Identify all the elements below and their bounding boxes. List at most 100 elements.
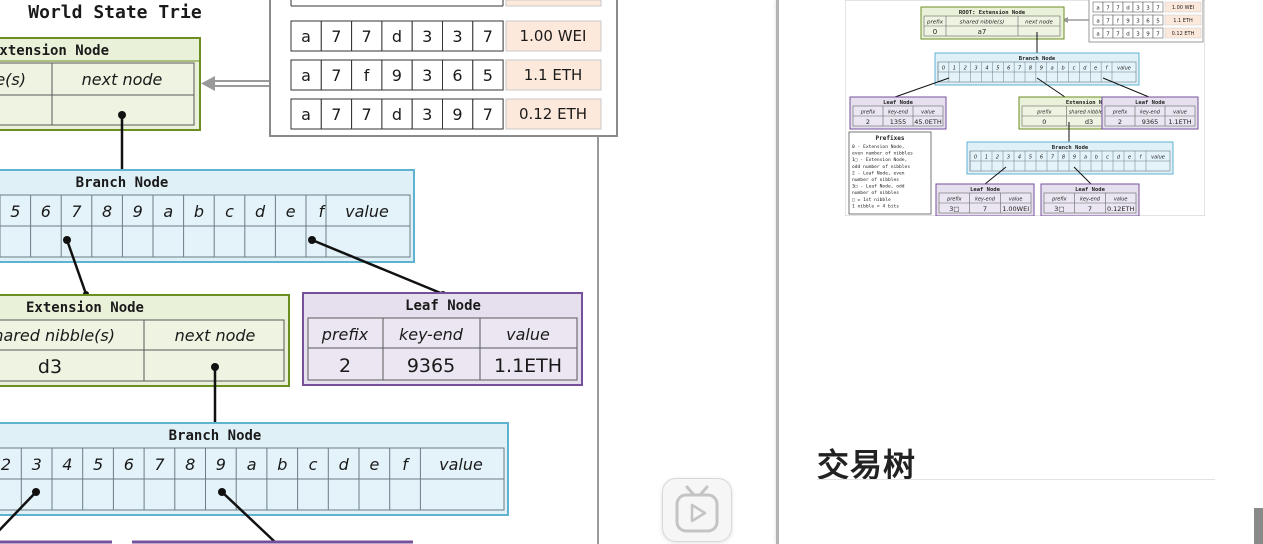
thumb-branch-cell-label: 1 [985,155,988,161]
branch-2-cell-label: c [309,455,318,474]
thumb-leaf-c-header: value [1009,197,1023,203]
branch-2-cell-label: e [369,455,379,474]
account-value: 1.00 WEI [520,27,587,45]
thumb-account-char: 7 [1106,6,1110,12]
branch-2-cell-label: 2 [1,455,11,474]
thumb-leaf-d-value: 0.12ETH [1107,205,1135,213]
top-extension-node: Extension Node nibble(s) next node [0,37,201,131]
thumb-root-title: ROOT: Extension Node [959,10,1026,16]
branch-node-1-title: Branch Node [76,175,169,191]
branch-node-2-title: Branch Node [169,428,262,444]
leaf-header-prefix: prefix [321,325,369,344]
thumb-prefix-line: number of nibbles [852,190,899,196]
thumb-leaf-d-value: 3□ [1054,205,1064,213]
thumb-ext-header: prefix [1036,110,1052,116]
branch-1-cell-label: b [194,202,204,221]
extension-node-2-col2: next node [175,326,256,345]
thumb-leaf-a-value: 2 [866,118,870,126]
thumb-account-char: 3 [1136,19,1140,25]
thumb-leaf-b-value: 9365 [1142,118,1159,126]
branch-2-cell-label: 5 [93,455,103,474]
branch-2-cell-label: 8 [185,455,195,474]
thumb-leaf-d-header: key-end [1080,197,1101,203]
world-state-trie-diagram: World State Trie Extension Node nibble(s… [0,0,618,544]
account-value: 1.1 ETH [524,66,583,84]
thumb-root-h2: next node [1025,20,1053,26]
thumb-prefixes-title: Prefixes [876,135,905,142]
thumb-branch-cell-label: 9 [1073,155,1076,161]
top-extension-col2: next node [82,70,163,89]
thumb-leaf-a-header: prefix [860,110,876,116]
thumb-prefix-line: 3□ - Leaf Node, odd [852,184,905,190]
thumb-branch-cell-label: 9 [1040,66,1043,72]
slide-viewer: World State Trie Extension Node nibble(s… [0,0,778,544]
account-char: 3 [452,27,462,46]
thumb-branch-cell-label: 6 [1007,66,1010,72]
thumb-ext-value: d3 [1085,118,1093,126]
thumb-branch-cell-label: a [1084,155,1087,161]
arrow-to-extension [201,76,272,91]
thumb-branch-cell-label: value [1117,66,1131,72]
thumb-root-v1: a7 [978,28,987,36]
branch-2-cell-label: a [247,455,257,474]
thumb-branch-cell-label: c [1073,66,1076,72]
account-char: d [392,105,402,124]
branch-2-cell-label: 4 [62,455,72,474]
thumb-branch-cell-label: b [1095,155,1098,161]
thumb-prefix-line: 1□ - Extension Node, [852,157,907,163]
account-char: a [301,27,311,46]
account-char: a [301,66,311,85]
thumb-account-char: a [1096,6,1099,12]
video-play-button[interactable] [662,478,732,542]
diagram-title: World State Trie [28,2,202,23]
thumb-leaf-d-title: Leaf Node [1075,187,1105,193]
extension-node-2-col1: shared nibble(s) [0,326,115,345]
thumb-leaf-a-title: Leaf Node [883,100,913,106]
thumb-root-v0: 0 [933,28,937,36]
thumb-prefix-line: 0 - Extension Node, [852,144,905,150]
account-value: 0.12 ETH [519,105,587,123]
thumb-leaf-b-header: key-end [1140,110,1161,116]
thumb-branch-cell-label: 4 [1018,155,1021,161]
thumb-branch-cell-label: 0 [942,66,945,72]
thumb-branch-cell-label: a [1051,66,1054,72]
thumb-account-char: 3 [1146,6,1150,12]
thumb-prefix-line: 2 - Leaf Node, even [852,170,905,176]
thumb-leaf-a-value: 1355 [890,118,907,126]
thumb-branch-cell-label: 0 [974,155,977,161]
leaf-header-value: value [506,325,550,344]
thumb-branch-cell-label: 8 [1062,155,1065,161]
thumb-branch-cell-label: 8 [1029,66,1032,72]
thumb-branch-cell-label: 3 [974,66,977,72]
account-char: a [301,105,311,124]
thumb-root-h0: prefix [926,20,944,26]
play-icon [675,485,719,533]
thumb-leaf-d-header: prefix [1051,197,1067,203]
thumb-account-char: 7 [1116,6,1120,12]
branch-node-1-value-label: value [345,202,389,221]
thumb-prefix-line: number of nibbles [852,177,899,183]
thumb-account-char: 7 [1156,6,1160,12]
scrollbar-thumb[interactable] [1254,508,1263,544]
branch-1-cell-label: d [255,202,266,221]
leaf-key-end-value: 9365 [407,355,455,377]
trie-thumbnail-image[interactable]: a 7 7 d 3 3 7 1.00 WEIa 7 f 9 3 6 5 1.1 ETHa 7 7 d 3 9 7 0.12… [845,0,1205,216]
thumb-leaf-c-value: 3□ [949,205,959,213]
branch-1-cell-label: 6 [41,202,51,221]
branch-node-2: Branch Node 23456789abcdef value [0,422,509,516]
thumb-account-char: 9 [1146,32,1150,38]
top-extension-title: Extension Node [0,43,109,59]
thumb-leaf-d-value: 7 [1088,205,1092,213]
leaf-node: Leaf Node prefix key-end value 2 9365 1.… [302,292,583,386]
thumb-leaf-d-header: value [1114,197,1128,203]
thumb-account-value: 1.00 WEI [1172,5,1194,11]
thumb-account-char: 7 [1116,32,1120,38]
branch-1-cell-label: a [163,202,173,221]
thumb-leaf-c-value: 7 [983,205,987,213]
extension-node-2: Extension Node shared nibble(s) next nod… [0,294,290,387]
thumb-leaf-b-header: value [1173,110,1187,116]
branch-2-cell-label: b [277,455,287,474]
extension-node-2-title: Extension Node [26,300,144,316]
leaf-prefix-value: 2 [339,355,351,377]
branch-1-cell-label: 7 [71,202,82,221]
